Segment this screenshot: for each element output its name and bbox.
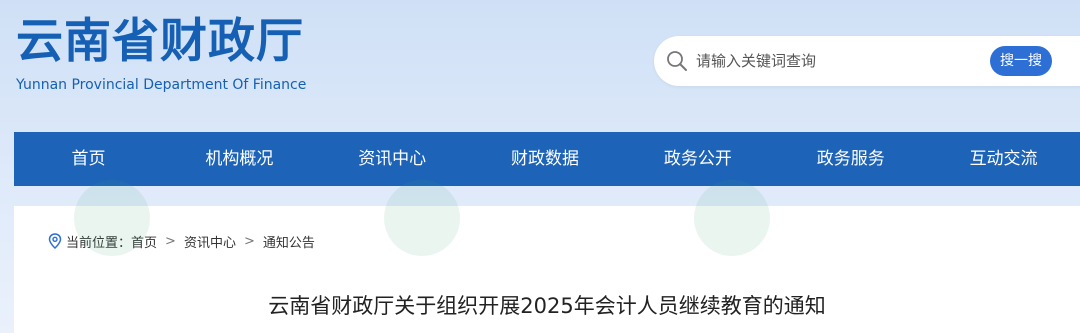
search-button[interactable]: 搜一搜 — [990, 46, 1052, 76]
breadcrumb-separator: > — [243, 233, 255, 249]
breadcrumb-link-home[interactable]: 首页 — [131, 232, 157, 251]
article-title: 云南省财政厅关于组织开展2025年会计人员继续教育的通知 — [268, 294, 826, 318]
search-bar: 搜一搜 — [654, 36, 1080, 86]
main-nav: 首页 机构概况 资讯中心 财政数据 政务公开 政务服务 互动交流 — [14, 132, 1080, 186]
content-panel: 当前位置： 首页 > 资讯中心 > 通知公告 云南省财政厅关于组织开展2025年… — [14, 206, 1080, 333]
search-input[interactable] — [696, 46, 976, 76]
nav-item-interaction[interactable]: 互动交流 — [927, 132, 1080, 186]
nav-item-home[interactable]: 首页 — [14, 132, 163, 186]
site-header: 云南省财政厅 Yunnan Provincial Department Of F… — [0, 0, 1080, 130]
nav-item-government-affairs-public[interactable]: 政务公开 — [621, 132, 774, 186]
breadcrumb: 当前位置： 首页 > 资讯中心 > 通知公告 — [48, 231, 315, 251]
breadcrumb-link-notices[interactable]: 通知公告 — [263, 232, 315, 251]
search-icon — [667, 51, 687, 71]
breadcrumb-separator: > — [165, 233, 176, 249]
nav-item-news-center[interactable]: 资讯中心 — [316, 132, 469, 186]
nav-item-organization[interactable]: 机构概况 — [163, 132, 316, 186]
nav-item-fiscal-data[interactable]: 财政数据 — [469, 132, 622, 186]
location-pin-icon — [48, 233, 62, 249]
site-logo-english[interactable]: Yunnan Provincial Department Of Finance — [16, 76, 306, 94]
breadcrumb-prefix: 当前位置： — [66, 235, 132, 251]
site-logo-chinese[interactable]: 云南省财政厅 — [16, 12, 304, 72]
breadcrumb-link-news-center[interactable]: 资讯中心 — [184, 232, 236, 251]
nav-item-government-services[interactable]: 政务服务 — [774, 132, 927, 186]
